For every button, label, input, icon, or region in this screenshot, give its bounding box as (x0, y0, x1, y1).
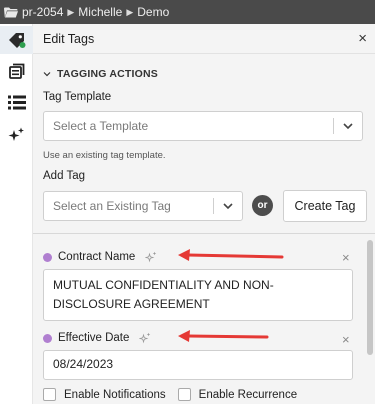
existing-tag-select[interactable]: Select an Existing Tag (43, 191, 243, 221)
panel-title: Edit Tags (43, 31, 95, 46)
tag-icon (8, 33, 25, 48)
rail-item-ai[interactable] (0, 120, 33, 148)
add-tag-label: Add Tag (43, 170, 85, 182)
section-title: TAGGING ACTIONS (57, 68, 158, 80)
tag-template-select[interactable]: Select a Template (43, 111, 363, 141)
tag-color-dot (43, 333, 52, 343)
close-icon[interactable]: × (358, 30, 367, 47)
effective-date-value[interactable]: 08/24/2023 (43, 350, 353, 380)
panel-header: Edit Tags × (33, 24, 375, 54)
chevron-down-icon (43, 72, 51, 77)
enable-recurrence-checkbox[interactable] (177, 388, 191, 401)
breadcrumb-separator: ▶ (67, 6, 75, 17)
edit-tags-panel: Edit Tags × TAGGING ACTIONS Tag Template… (33, 24, 375, 404)
breadcrumb-item-project[interactable]: pr-2054 (22, 5, 63, 19)
section-toggle-tagging-actions[interactable]: TAGGING ACTIONS (43, 68, 158, 80)
tag-template-placeholder: Select a Template (53, 119, 149, 133)
create-tag-button[interactable]: Create Tag (283, 190, 367, 222)
or-badge: or (252, 195, 273, 216)
breadcrumb-item-folder[interactable]: Demo (137, 5, 169, 19)
field-name: Effective Date (58, 332, 130, 344)
field-header-effective-date: Effective Date (43, 332, 151, 344)
sparkle-icon (8, 127, 24, 141)
scrollbar[interactable] (367, 240, 373, 355)
existing-tag-placeholder: Select an Existing Tag (53, 199, 171, 213)
folder-icon (4, 7, 18, 17)
rail-item-documents[interactable] (0, 57, 33, 85)
divider (33, 233, 375, 234)
enable-notifications-label[interactable]: Enable Notifications (64, 389, 166, 401)
ai-sparkle-icon[interactable] (139, 332, 151, 344)
options-row: Enable Notifications Enable Recurrence (43, 388, 297, 401)
contract-name-value[interactable]: MUTUAL CONFIDENTIALITY AND NON-DISCLOSUR… (43, 269, 353, 321)
remove-field-icon[interactable]: × (342, 250, 350, 265)
rail-item-tags[interactable] (0, 26, 33, 54)
tag-color-dot (43, 252, 52, 262)
tag-template-helper: Use an existing tag template. (43, 150, 166, 161)
breadcrumb-item-user[interactable]: Michelle (78, 5, 122, 19)
chevron-down-icon[interactable] (214, 202, 242, 210)
breadcrumb-separator: ▶ (126, 6, 134, 17)
annotation-arrow (178, 249, 284, 261)
chevron-down-icon[interactable] (334, 122, 362, 130)
annotation-arrow (178, 330, 269, 342)
rail-item-list[interactable] (0, 88, 33, 116)
tag-template-label: Tag Template (43, 91, 112, 103)
documents-icon (8, 63, 24, 79)
field-name: Contract Name (58, 251, 136, 263)
breadcrumb: pr-2054 ▶ Michelle ▶ Demo (0, 0, 375, 24)
left-rail (0, 24, 33, 404)
field-header-contract-name: Contract Name (43, 251, 157, 263)
enable-notifications-checkbox[interactable] (43, 388, 56, 401)
ai-sparkle-icon[interactable] (145, 251, 157, 263)
enable-recurrence-label[interactable]: Enable Recurrence (199, 389, 297, 401)
remove-field-icon[interactable]: × (342, 332, 350, 347)
list-icon (7, 95, 26, 109)
